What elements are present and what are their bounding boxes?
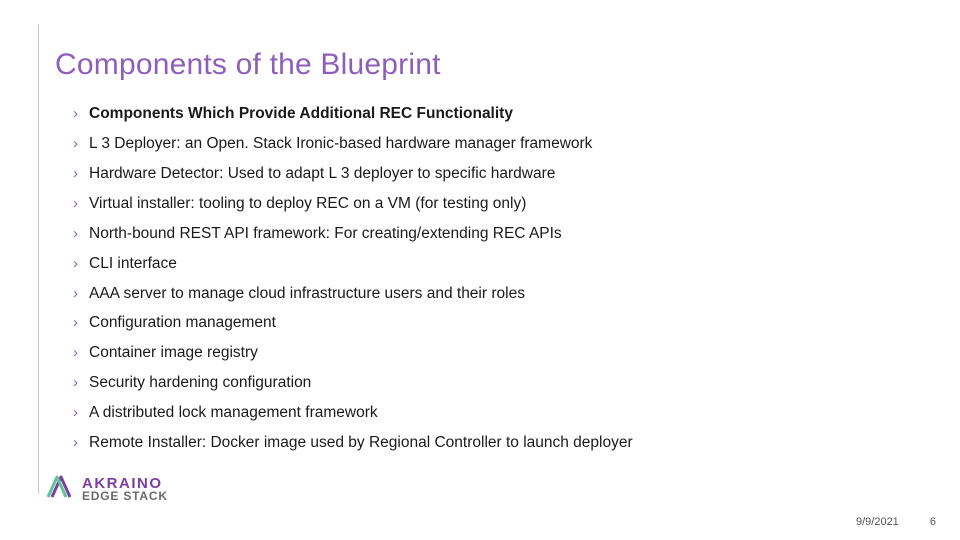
logo-text: AKRAINO EDGE STACK [82,477,168,503]
bullet-text: CLI interface [89,255,177,272]
list-item: L 3 Deployer: an Open. Stack Ironic-base… [73,134,920,155]
list-item: North-bound REST API framework: For crea… [73,224,920,245]
list-item: A distributed lock management framework [73,403,920,424]
bullet-text: Security hardening configuration [89,374,311,391]
list-item: AAA server to manage cloud infrastructur… [73,284,920,305]
bullet-text: Configuration management [89,314,276,331]
left-vertical-rule [38,24,39,494]
logo: AKRAINO EDGE STACK [46,473,168,506]
footer-date: 9/9/2021 [856,516,899,528]
bullet-text: A distributed lock management framework [89,404,378,421]
list-item: Remote Installer: Docker image used by R… [73,433,920,454]
logo-mark-icon [46,473,76,506]
bullet-text: Components Which Provide Additional REC … [89,105,513,122]
bullet-list: Components Which Provide Additional REC … [55,104,920,454]
slide-content: Components of the Blueprint Components W… [55,48,920,463]
list-item: Hardware Detector: Used to adapt L 3 dep… [73,164,920,185]
bullet-text: L 3 Deployer: an Open. Stack Ironic-base… [89,135,592,152]
list-item: CLI interface [73,254,920,275]
footer-page-number: 6 [930,516,936,528]
list-item: Container image registry [73,343,920,364]
list-item: Components Which Provide Additional REC … [73,104,920,125]
bullet-text: North-bound REST API framework: For crea… [89,225,562,242]
bullet-text: Remote Installer: Docker image used by R… [89,434,633,451]
list-item: Virtual installer: tooling to deploy REC… [73,194,920,215]
slide-title: Components of the Blueprint [55,48,920,82]
list-item: Security hardening configuration [73,373,920,394]
bullet-text: Container image registry [89,344,258,361]
bullet-text: AAA server to manage cloud infrastructur… [89,285,525,302]
bullet-text: Virtual installer: tooling to deploy REC… [89,195,526,212]
logo-line2: EDGE STACK [82,491,168,502]
footer: 9/9/2021 6 [856,516,936,528]
bullet-text: Hardware Detector: Used to adapt L 3 dep… [89,165,555,182]
list-item: Configuration management [73,313,920,334]
